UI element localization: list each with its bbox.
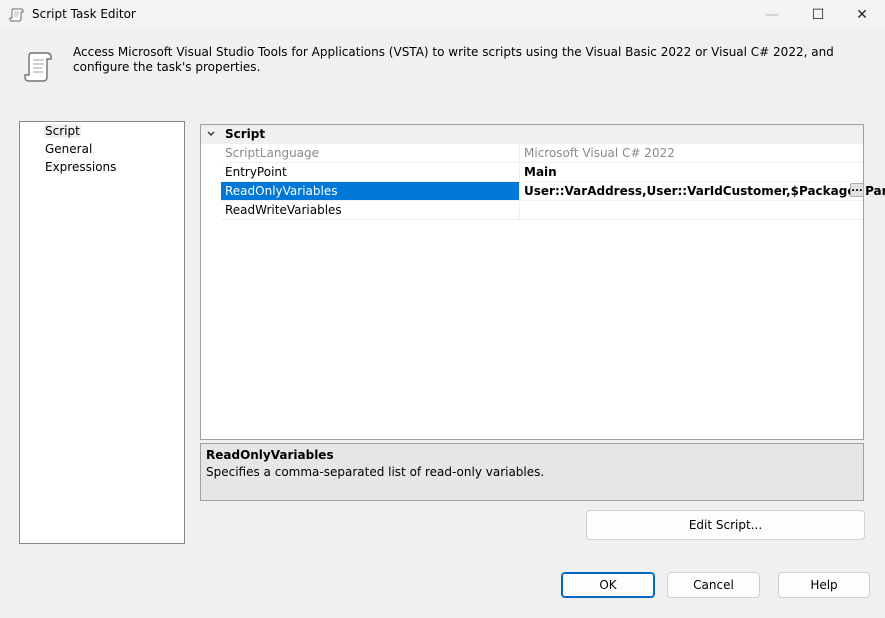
property-name[interactable]: ReadWriteVariables <box>221 201 519 219</box>
property-name[interactable]: EntryPoint <box>221 163 519 181</box>
window-title: Script Task Editor <box>32 7 136 21</box>
cancel-button[interactable]: Cancel <box>667 572 760 598</box>
help-title: ReadOnlyVariables <box>206 448 334 462</box>
category-label: Script <box>225 127 266 141</box>
category-row-script[interactable]: Script <box>201 125 863 144</box>
nav-item-script[interactable]: Script <box>44 124 81 138</box>
script-scroll-icon <box>22 49 54 85</box>
close-button[interactable]: ✕ <box>839 0 885 30</box>
minimize-icon: — <box>765 7 779 23</box>
help-text: Specifies a comma-separated list of read… <box>206 465 545 479</box>
dialog-description: Access Microsoft Visual Studio Tools for… <box>73 45 834 74</box>
minimize-button[interactable]: — <box>749 0 795 30</box>
property-value-text: User::VarAddress,User::VarIdCustomer,$Pa… <box>524 184 885 198</box>
property-value[interactable]: User::VarAddress,User::VarIdCustomer,$Pa… <box>519 182 885 200</box>
property-name[interactable]: ReadOnlyVariables <box>221 182 519 200</box>
property-name[interactable]: ScriptLanguage <box>221 144 519 162</box>
ok-button[interactable]: OK <box>561 572 655 598</box>
property-row-scriptlanguage[interactable]: ScriptLanguage Microsoft Visual C# 2022 <box>221 144 863 163</box>
close-icon: ✕ <box>856 7 868 23</box>
property-grid: Script ScriptLanguage Microsoft Visual C… <box>200 124 885 440</box>
help-button[interactable]: Help <box>778 572 870 598</box>
maximize-button[interactable]: ☐ <box>795 0 841 30</box>
property-row-readwritevariables[interactable]: ReadWriteVariables <box>221 201 863 220</box>
ellipsis-button[interactable]: ... <box>850 183 864 197</box>
chevron-down-icon[interactable] <box>206 127 216 141</box>
edit-script-button[interactable]: Edit Script... <box>586 510 865 540</box>
page-navigation-list: Script General Expressions <box>19 121 185 544</box>
nav-item-general[interactable]: General <box>44 142 93 156</box>
script-task-icon <box>8 6 26 24</box>
property-value: Microsoft Visual C# 2022 <box>519 144 866 162</box>
property-value[interactable]: Main <box>519 163 866 181</box>
maximize-icon: ☐ <box>811 7 825 23</box>
property-row-entrypoint[interactable]: EntryPoint Main <box>221 163 863 182</box>
property-value[interactable] <box>519 201 866 219</box>
nav-item-expressions[interactable]: Expressions <box>44 160 117 174</box>
property-help-pane: ReadOnlyVariables Specifies a comma-sepa… <box>200 443 864 501</box>
property-row-readonlyvariables[interactable]: ReadOnlyVariables User::VarAddress,User:… <box>221 182 885 201</box>
title-bar: Script Task Editor — ☐ ✕ <box>0 0 885 30</box>
